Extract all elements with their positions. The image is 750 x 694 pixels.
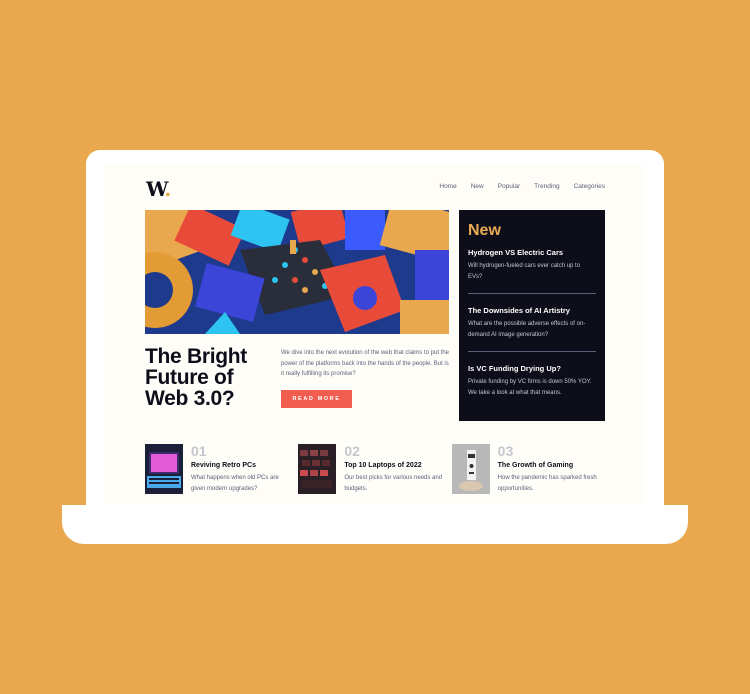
- new-item-title[interactable]: Is VC Funding Drying Up?: [468, 364, 596, 373]
- list-item-title[interactable]: Reviving Retro PCs: [191, 462, 291, 469]
- new-item-text: Will hydrogen-fueled cars ever catch up …: [468, 263, 581, 280]
- nav-new[interactable]: New: [471, 183, 484, 190]
- list-item-text: How the pandemic has sparked fresh oppor…: [497, 475, 597, 492]
- list-item[interactable]: 01 Reviving Retro PCs What happens when …: [145, 444, 298, 494]
- laptop-base: [62, 505, 688, 544]
- nav-popular[interactable]: Popular: [498, 183, 520, 190]
- hero-title: The Bright Future of Web 3.0?: [145, 345, 247, 410]
- new-articles-panel: New Hydrogen VS Electric Cars Will hydro…: [459, 210, 605, 421]
- nav-categories[interactable]: Categories: [574, 183, 605, 190]
- new-item[interactable]: Is VC Funding Drying Up? Private funding…: [468, 364, 596, 409]
- new-panel-title: New: [468, 222, 501, 239]
- read-more-button[interactable]: READ MORE: [281, 390, 352, 408]
- list-item-title[interactable]: Top 10 Laptops of 2022: [344, 462, 444, 469]
- list-item[interactable]: 03 The Growth of Gaming How the pandemic…: [451, 443, 605, 494]
- retro-pc-thumbnail[interactable]: [145, 444, 183, 494]
- list-item-number: 02: [344, 443, 360, 459]
- new-item[interactable]: Hydrogen VS Electric Cars Will hydrogen-…: [468, 248, 596, 294]
- list-item-title[interactable]: The Growth of Gaming: [498, 462, 598, 469]
- nav-trending[interactable]: Trending: [534, 183, 559, 190]
- nav-home[interactable]: Home: [439, 183, 456, 190]
- gaming-controller-thumbnail[interactable]: [451, 444, 490, 494]
- new-item-title[interactable]: The Downsides of AI Artistry: [468, 306, 596, 315]
- featured-list: 01 Reviving Retro PCs What happens when …: [145, 444, 605, 494]
- hero-description: We dive into the next evolution of the w…: [281, 350, 449, 377]
- website-screen: W. Home New Popular Trending Categories: [104, 165, 646, 505]
- list-item-text: Our best picks for various needs and bud…: [344, 475, 443, 492]
- hero-image: [145, 210, 449, 334]
- list-item-number: 03: [497, 443, 514, 459]
- new-item[interactable]: The Downsides of AI Artistry What are th…: [468, 306, 596, 352]
- site-logo[interactable]: W.: [146, 177, 171, 201]
- list-item[interactable]: 02 Top 10 Laptops of 2022 Our best picks…: [298, 444, 451, 494]
- new-item-text: Private funding by VC firms is down 50% …: [468, 379, 592, 396]
- laptop-keyboard-thumbnail[interactable]: [298, 444, 337, 494]
- new-item-title[interactable]: Hydrogen VS Electric Cars: [468, 248, 596, 257]
- list-item-number: 01: [191, 443, 207, 459]
- list-item-text: What happens when old PCs are given mode…: [191, 475, 279, 492]
- main-nav: Home New Popular Trending Categories: [439, 183, 605, 190]
- new-item-text: What are the possible adverse effects of…: [468, 321, 586, 338]
